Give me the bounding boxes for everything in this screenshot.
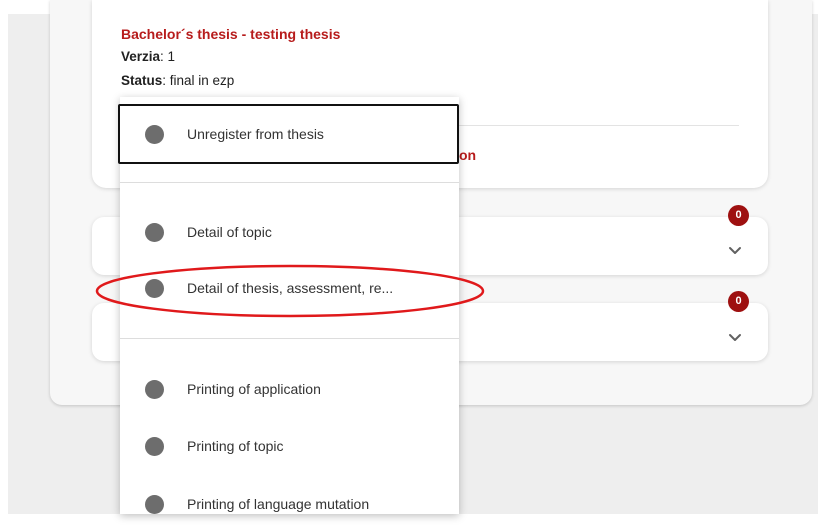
menu-item-label: Printing of topic bbox=[187, 438, 284, 454]
chevron-down-icon[interactable] bbox=[727, 332, 743, 344]
menu-item-label: Unregister from thesis bbox=[187, 126, 324, 142]
menu-item-printing-of-topic[interactable]: Printing of topic bbox=[120, 423, 459, 469]
circle-icon bbox=[145, 436, 164, 456]
menu-divider bbox=[120, 182, 459, 183]
chevron-down-icon[interactable] bbox=[727, 245, 743, 257]
circle-icon bbox=[145, 379, 164, 399]
menu-divider bbox=[120, 338, 459, 339]
circle-icon bbox=[145, 222, 164, 242]
circle-icon bbox=[145, 278, 164, 298]
circle-icon bbox=[145, 494, 164, 514]
count-badge: 0 bbox=[728, 291, 749, 312]
menu-item-printing-of-application[interactable]: Printing of application bbox=[120, 366, 459, 412]
menu-item-label: Detail of topic bbox=[187, 224, 272, 240]
count-badge: 0 bbox=[728, 205, 749, 226]
menu-item-label: Detail of thesis, assessment, re... bbox=[187, 280, 394, 296]
thesis-status: Status: final in ezp bbox=[121, 73, 234, 88]
partially-hidden-link[interactable]: on bbox=[459, 147, 476, 163]
status-value: : final in ezp bbox=[162, 73, 235, 88]
thesis-version: Verzia: 1 bbox=[121, 49, 175, 64]
version-value: : 1 bbox=[160, 49, 176, 64]
status-label: Status bbox=[121, 73, 163, 88]
menu-item-printing-of-language-mutation[interactable]: Printing of language mutation bbox=[120, 481, 459, 527]
menu-item-detail-of-thesis[interactable]: Detail of thesis, assessment, re... bbox=[120, 265, 459, 311]
menu-item-unregister-from-thesis[interactable]: Unregister from thesis bbox=[118, 104, 459, 164]
menu-item-label: Printing of language mutation bbox=[187, 496, 370, 512]
version-label: Verzia bbox=[121, 49, 161, 64]
menu-item-detail-of-topic[interactable]: Detail of topic bbox=[120, 209, 459, 255]
thesis-title[interactable]: Bachelor´s thesis - testing thesis bbox=[121, 26, 340, 42]
menu-item-label: Printing of application bbox=[187, 381, 321, 397]
circle-icon bbox=[145, 124, 164, 144]
